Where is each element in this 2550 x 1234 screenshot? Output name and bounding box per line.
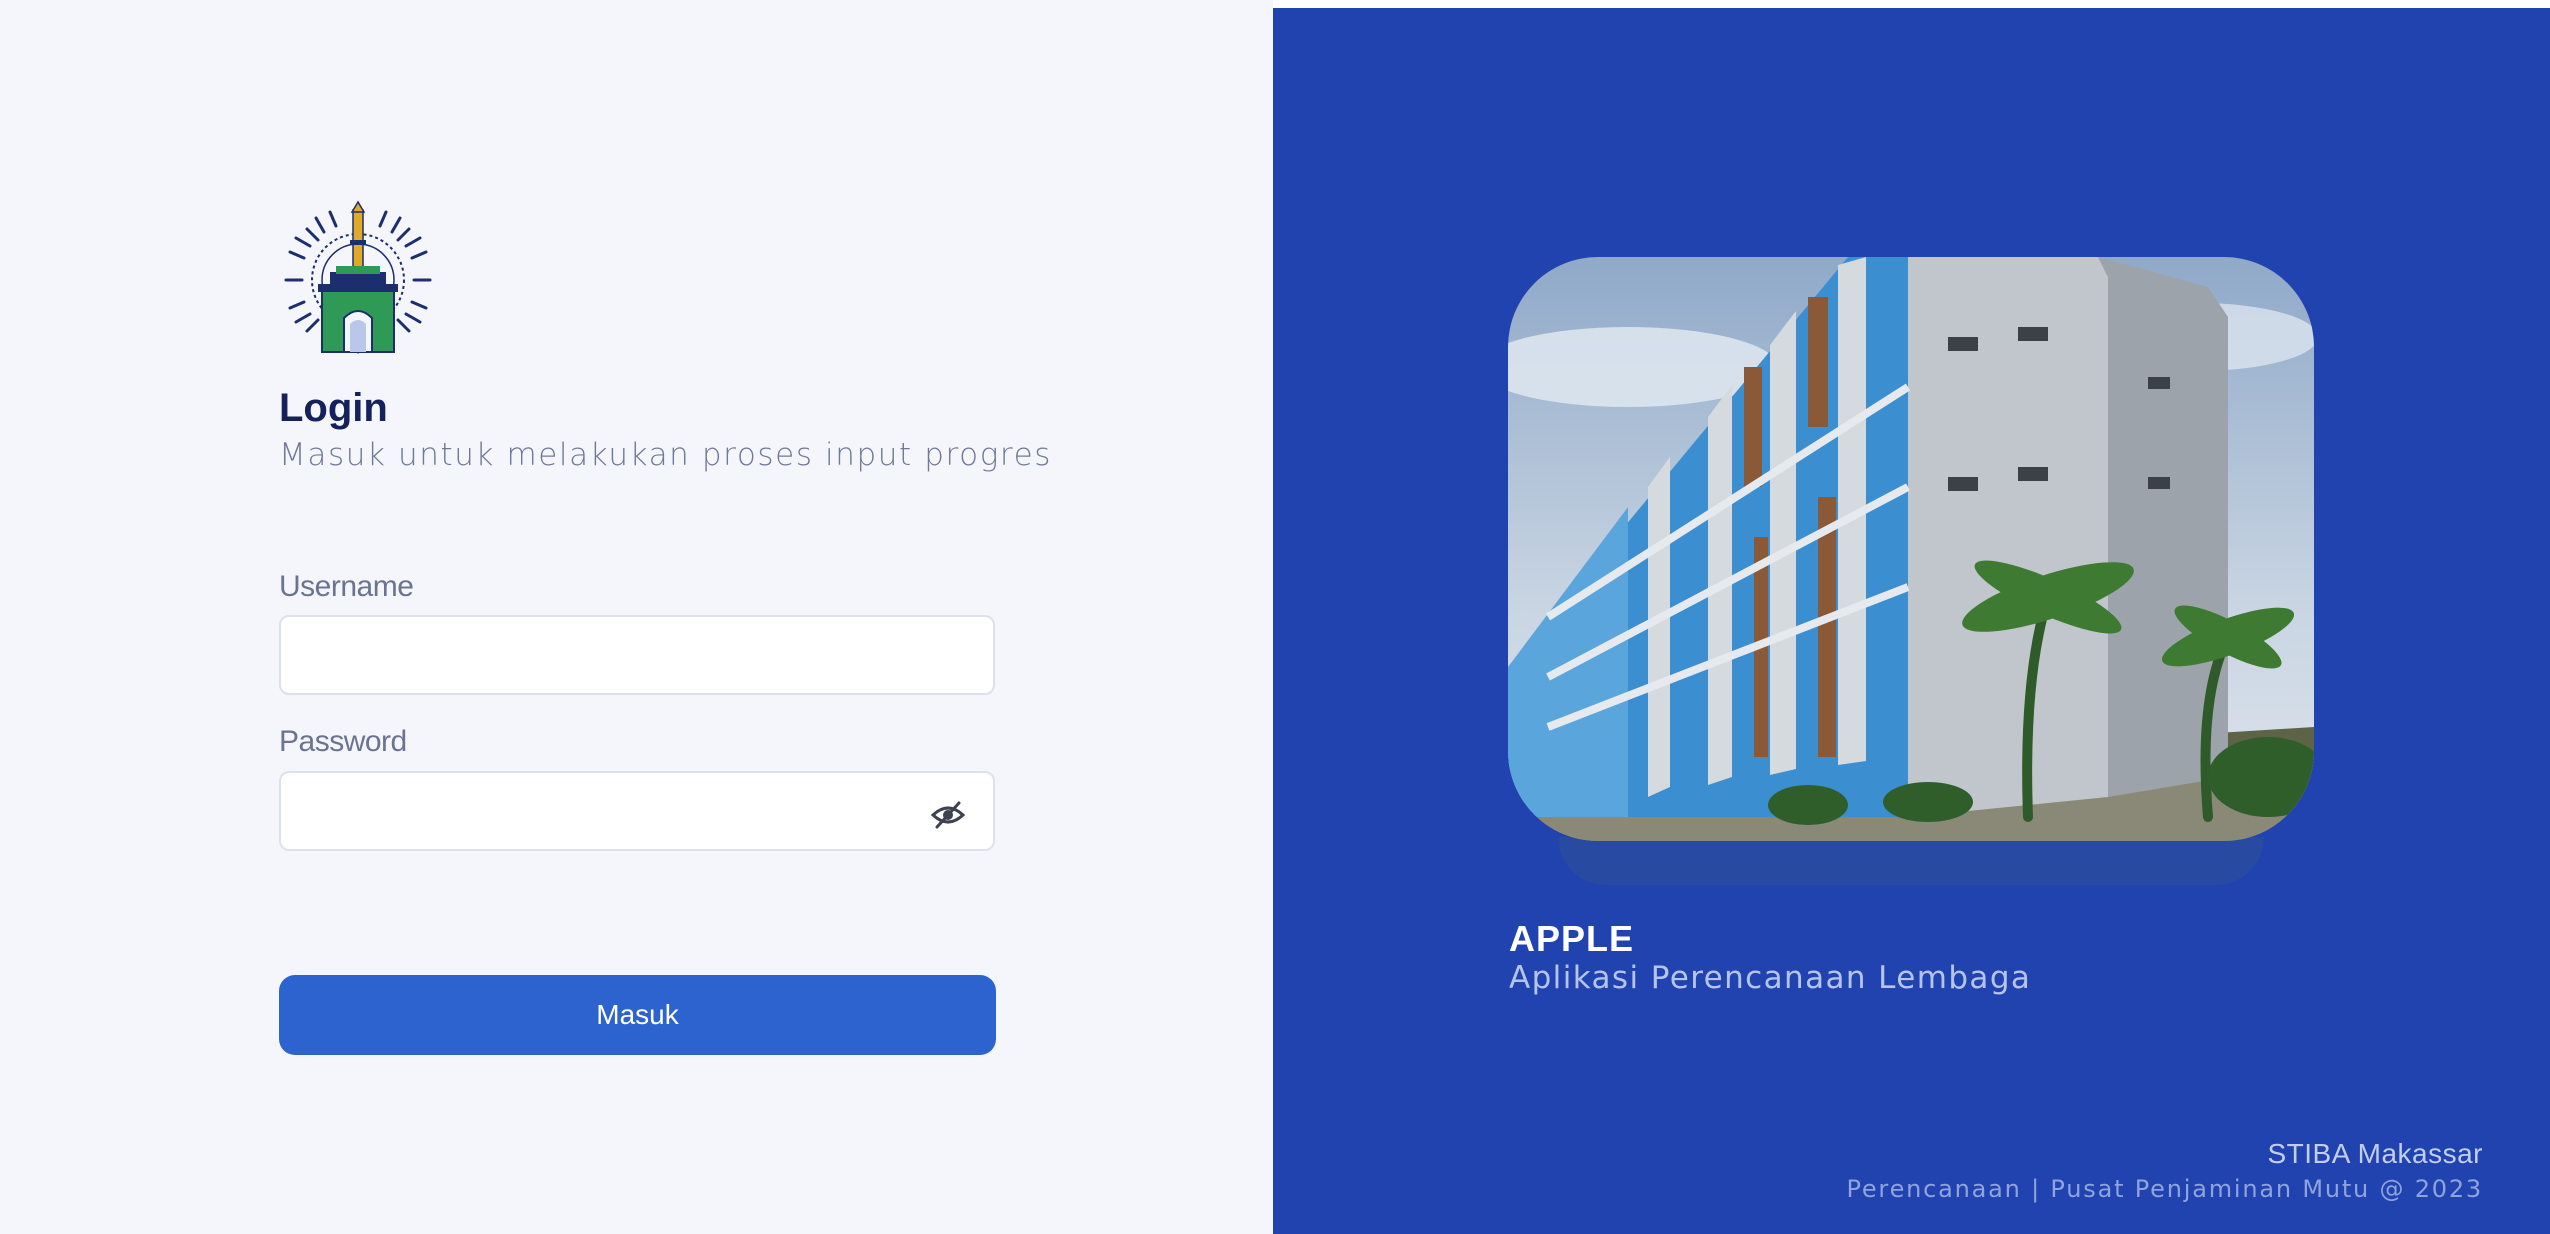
app-description: Aplikasi Perencanaan Lembaga [1509,960,2032,996]
username-label: Username [279,570,414,603]
app-name: APPLE [1509,918,1635,959]
password-input[interactable] [279,771,995,851]
eye-slash-icon[interactable] [930,797,966,833]
username-input[interactable] [279,615,995,695]
page-title: Login [279,386,388,430]
campus-building-photo [1508,257,2314,841]
hero-photo-container [1508,257,2314,885]
login-panel: Login Masuk untuk melakukan proses input… [0,0,1273,1234]
photo-shadow [1558,837,2264,885]
page-subtitle: Masuk untuk melakukan proses input progr… [279,437,1053,473]
login-button[interactable]: Masuk [279,975,996,1055]
hero-panel: APPLE Aplikasi Perencanaan Lembaga STIBA… [1273,8,2550,1234]
password-label: Password [279,725,407,758]
institution-logo-icon [278,200,438,360]
footer-credit: Perencanaan | Pusat Penjaminan Mutu @ 20… [1846,1175,2483,1203]
footer-organization: STIBA Makassar [2267,1138,2483,1169]
